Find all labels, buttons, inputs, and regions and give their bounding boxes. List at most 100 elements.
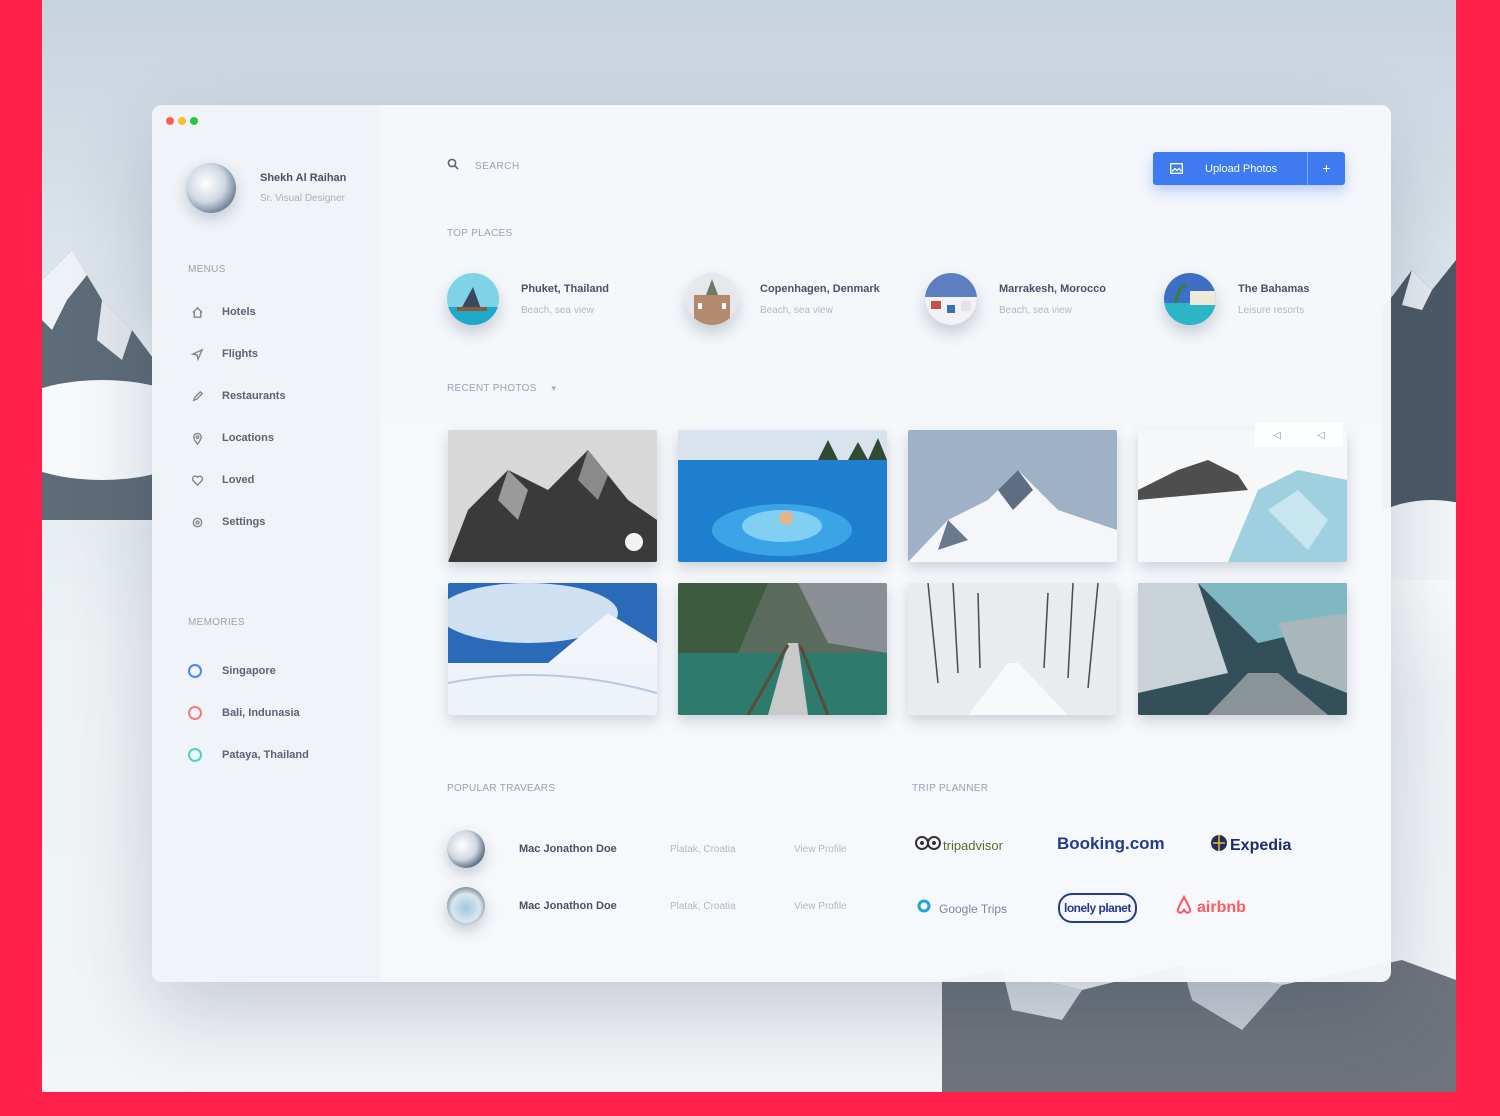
recent-photos-header[interactable]: RECENT PHOTOS ▼ <box>447 383 558 394</box>
share-icon[interactable]: ◁ <box>1299 423 1343 447</box>
profile-name: Shekh Al Raihan <box>260 172 347 184</box>
popular-travelers-title: POPULAR TRAVEARS <box>447 783 556 794</box>
place-thumbnail <box>686 273 738 325</box>
place-name: Marrakesh, Morocco <box>999 282 1106 295</box>
view-profile-link[interactable]: View Profile <box>794 844 884 855</box>
brand-label: Booking.com <box>1057 834 1165 853</box>
memory-ring-icon <box>188 664 202 678</box>
memory-item-pataya[interactable]: Pataya, Thailand <box>188 734 309 776</box>
infinity-pool-photo[interactable] <box>678 430 887 562</box>
memory-label: Singapore <box>222 665 276 677</box>
airbnb-logo[interactable]: airbnb <box>1175 894 1246 920</box>
place-thumbnail <box>925 273 977 325</box>
close-window-button[interactable] <box>166 117 174 125</box>
sidebar: Shekh Al Raihan Sr. Visual Designer MENU… <box>152 105 380 982</box>
place-card-phuket[interactable]: Phuket, Thailand Beach, sea view <box>447 273 609 325</box>
minimize-window-button[interactable] <box>178 117 186 125</box>
sidebar-item-settings[interactable]: Settings <box>188 501 286 543</box>
recent-photos-title: RECENT PHOTOS <box>447 383 537 394</box>
image-icon <box>1153 163 1199 174</box>
traveler-location: Platak, Croatia <box>670 843 736 855</box>
memories-label: MEMORIES <box>188 617 245 628</box>
tripadvisor-logo[interactable]: tripadvisor <box>915 835 1003 856</box>
app-window: Shekh Al Raihan Sr. Visual Designer MENU… <box>152 105 1391 982</box>
frozen-forest-photo[interactable] <box>1138 583 1347 715</box>
memory-label: Bali, Indunasia <box>222 707 300 719</box>
place-card-bahamas[interactable]: The Bahamas Leisure resorts <box>1164 273 1310 325</box>
place-name: The Bahamas <box>1238 282 1310 295</box>
traveler-avatar[interactable] <box>447 830 485 868</box>
photo-action-bar: ◁ ◁ <box>1255 423 1343 447</box>
brand-label: lonely planet <box>1058 893 1137 923</box>
place-name: Copenhagen, Denmark <box>760 282 880 295</box>
upload-photos-button[interactable]: Upload Photos + <box>1153 152 1345 185</box>
snow-peak-photo[interactable] <box>908 430 1117 562</box>
share-icon[interactable]: ◁ <box>1255 423 1299 447</box>
sidebar-item-loved[interactable]: Loved <box>188 459 286 501</box>
user-profile[interactable]: Shekh Al Raihan Sr. Visual Designer <box>186 163 346 213</box>
snowfield-photo[interactable] <box>448 583 657 715</box>
owl-icon <box>915 835 941 856</box>
airbnb-icon <box>1175 894 1193 920</box>
sidebar-item-flights[interactable]: Flights <box>188 333 286 375</box>
place-subtitle: Beach, sea view <box>999 304 1072 316</box>
brand-label: Expedia <box>1230 836 1292 854</box>
memory-ring-icon <box>188 706 202 720</box>
traveler-name: Mac Jonathon Doe <box>519 900 617 912</box>
view-profile-link[interactable]: View Profile <box>794 901 884 912</box>
search-bar[interactable]: SEARCH <box>447 157 520 175</box>
sidebar-item-label: Flights <box>222 348 259 360</box>
place-subtitle: Beach, sea view <box>521 304 594 316</box>
window-controls <box>166 117 198 125</box>
booking-logo[interactable]: Booking.com <box>1057 834 1165 854</box>
fjord-bridge-photo[interactable] <box>678 583 887 715</box>
place-subtitle: Leisure resorts <box>1238 304 1305 316</box>
chevron-down-icon[interactable]: ▼ <box>550 384 558 393</box>
glacier-photo[interactable] <box>1138 430 1347 562</box>
place-subtitle: Beach, sea view <box>760 304 833 316</box>
snowy-road-photo[interactable] <box>908 583 1117 715</box>
place-card-marrakesh[interactable]: Marrakesh, Morocco Beach, sea view <box>925 273 1106 325</box>
sidebar-item-label: Hotels <box>222 306 256 318</box>
traveler-row[interactable]: Mac Jonathon Doe Platak, Croatia View Pr… <box>447 830 907 868</box>
sidebar-item-label: Loved <box>222 474 255 486</box>
sidebar-item-label: Settings <box>222 516 266 528</box>
sidebar-item-label: Restaurants <box>222 390 286 402</box>
sidebar-item-restaurants[interactable]: Restaurants <box>188 375 286 417</box>
google-trips-logo[interactable]: Google Trips <box>917 899 1007 918</box>
menus-label: MENUS <box>188 264 226 275</box>
sidebar-item-locations[interactable]: Locations <box>188 417 286 459</box>
sidebar-menu: Hotels Flights Restaurants Locations Lov… <box>188 291 286 543</box>
sidebar-item-hotels[interactable]: Hotels <box>188 291 286 333</box>
search-input[interactable]: SEARCH <box>475 161 520 172</box>
place-name: Phuket, Thailand <box>521 282 610 295</box>
brand-label: tripadvisor <box>943 838 1003 853</box>
avatar[interactable] <box>186 163 236 213</box>
place-thumbnail <box>447 273 499 325</box>
expedia-logo[interactable]: Expedia <box>1210 834 1291 857</box>
trip-planner-title: TRIP PLANNER <box>912 783 989 794</box>
place-thumbnail <box>1164 273 1216 325</box>
upload-photos-label: Upload Photos <box>1205 162 1278 175</box>
memories-list: Singapore Bali, Indunasia Pataya, Thaila… <box>188 650 309 776</box>
pencil-icon <box>188 387 206 405</box>
traveler-name: Mac Jonathon Doe <box>519 843 617 855</box>
map-pin-icon <box>188 429 206 447</box>
brand-label: Google Trips <box>939 901 1008 916</box>
place-card-copenhagen[interactable]: Copenhagen, Denmark Beach, sea view <box>686 273 880 325</box>
memory-item-bali[interactable]: Bali, Indunasia <box>188 692 309 734</box>
sidebar-item-label: Locations <box>222 432 274 444</box>
heart-icon <box>188 471 206 489</box>
lonely-planet-logo[interactable]: lonely planet <box>1058 893 1137 923</box>
brand-label: airbnb <box>1197 898 1246 916</box>
maximize-window-button[interactable] <box>190 117 198 125</box>
bw-mountain-photo[interactable] <box>448 430 657 562</box>
traveler-row[interactable]: Mac Jonathon Doe Platak, Croatia View Pr… <box>447 887 907 925</box>
add-button[interactable]: + <box>1307 152 1345 185</box>
google-trips-icon <box>917 899 931 918</box>
search-icon <box>447 157 459 175</box>
main-content: SEARCH Upload Photos + TOP PLACES Phuket… <box>380 105 1391 982</box>
traveler-avatar[interactable] <box>447 887 485 925</box>
memory-item-singapore[interactable]: Singapore <box>188 650 309 692</box>
top-places-title: TOP PLACES <box>447 228 513 239</box>
